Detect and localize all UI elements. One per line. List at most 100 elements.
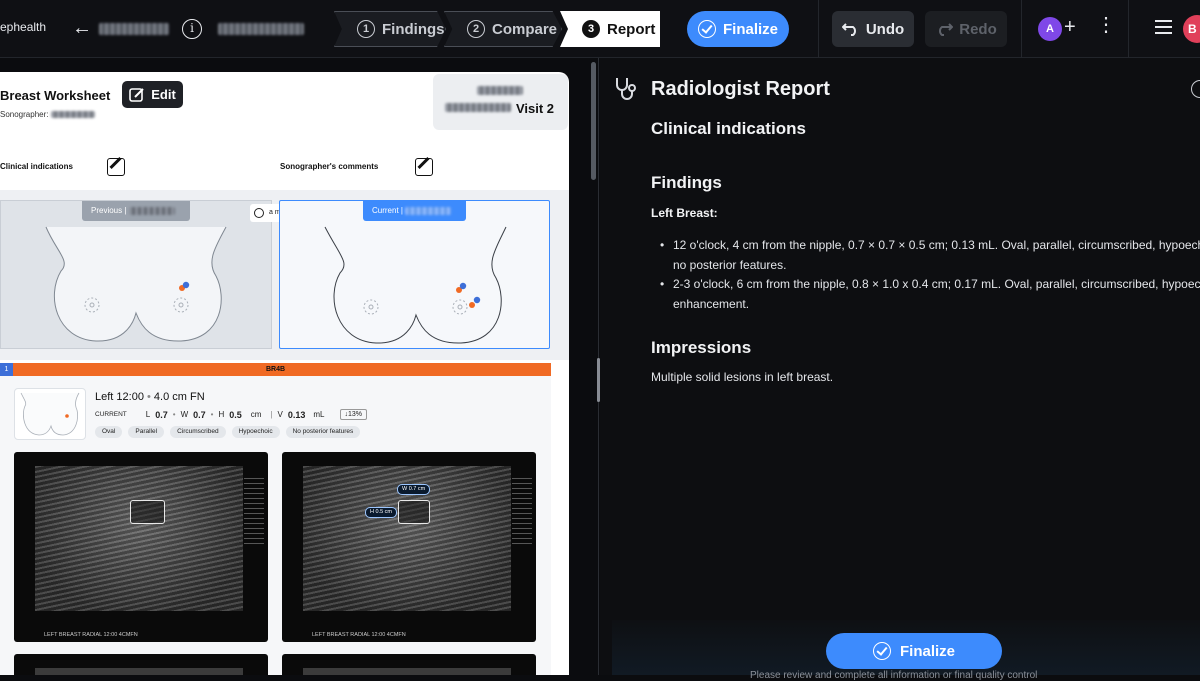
breast-worksheet-panel: Breast Worksheet Edit Sonographer: Visit… (0, 72, 569, 675)
feature-chip: Circumscribed (170, 426, 226, 438)
undo-label: Undo (865, 20, 905, 38)
meas-separator: • (172, 410, 176, 419)
step-label: Report (607, 20, 656, 38)
toolbar-divider (1128, 0, 1129, 58)
previous-breast-diagram[interactable] (0, 200, 272, 349)
add-user-icon[interactable]: + (1064, 16, 1076, 39)
feature-chip: Oval (95, 426, 123, 438)
hamburger-menu-icon[interactable] (1155, 20, 1172, 34)
breast-diagram-current (324, 226, 507, 344)
step-compare[interactable]: 2 Compare (444, 11, 562, 47)
volume-unit: mL (313, 410, 325, 419)
step-number: 2 (467, 20, 485, 38)
previous-tag: Previous | (82, 201, 190, 221)
redo-icon (939, 23, 954, 36)
clinical-indications-heading: Clinical indications (651, 119, 806, 138)
finding-item: 12 o'clock, 4 cm from the nipple, 0.7 × … (660, 236, 1200, 275)
info-icon[interactable]: i (182, 19, 202, 39)
height-label: H (218, 410, 225, 419)
edit-button[interactable]: Edit (122, 81, 183, 108)
avatar[interactable]: A (1038, 17, 1062, 41)
step-number: 1 (357, 20, 375, 38)
app-brand: ephealth (0, 20, 47, 34)
ultrasound-image-1[interactable]: LEFT BREAST RADIAL 12:00 4CMFN (14, 452, 268, 642)
ultrasound-image-2[interactable]: W 0.7 cm H 0.5 cm LEFT BREAST RADIAL 12:… (282, 452, 536, 642)
left-breast-label: Left Breast: (651, 206, 718, 220)
undo-button[interactable]: Undo (832, 11, 914, 47)
finalize-button-bottom[interactable]: Finalize (826, 633, 1002, 669)
current-date-redacted (405, 206, 452, 215)
user-avatar[interactable]: B (1183, 15, 1200, 43)
footer-note: Please review and complete all informati… (750, 670, 1038, 681)
feature-chip: Hypoechoic (231, 426, 280, 438)
lesion-outline (398, 500, 430, 524)
feature-chip: No posterior features (285, 426, 361, 438)
sonographer-label: Sonographer: (0, 110, 49, 119)
step-label: Compare (492, 20, 558, 38)
impressions-heading: Impressions (651, 338, 752, 357)
lesion-location: Left 12:00 • 4.0 cm FN (95, 391, 205, 403)
redo-button[interactable]: Redo (925, 11, 1007, 47)
step-number: 3 (582, 20, 600, 38)
ultrasound-image-3[interactable] (14, 654, 268, 675)
lesion-number: 1 (0, 363, 13, 376)
sonographer-comments-label: Sonographer's comments (280, 162, 379, 171)
toolbar-divider (1021, 0, 1022, 58)
impressions-text: Multiple solid lesions in left breast. (651, 370, 834, 384)
birads-bar: BR4B (0, 363, 551, 376)
step-report[interactable]: 3 Report (560, 11, 660, 47)
check-circle-icon (697, 20, 716, 38)
redo-label: Redo (959, 20, 997, 38)
report-title: Radiologist Report (651, 78, 830, 100)
finding-item: 2-3 o'clock, 6 cm from the nipple, 0.8 ×… (660, 275, 1200, 314)
edit-icon (129, 87, 144, 102)
edit-clinical-indications-icon[interactable] (107, 158, 125, 176)
image-caption: LEFT BREAST RADIAL 12:00 4CMFN (44, 632, 138, 638)
breast-diagram-previous (45, 226, 227, 342)
height-measure-tag: H 0.5 cm (365, 507, 398, 518)
thumbnail-breast-diagram (20, 392, 80, 436)
length-label: L (145, 410, 151, 419)
patient-name-redacted (99, 23, 169, 35)
dimension-unit: cm (250, 410, 262, 419)
lesion-distance: 4.0 cm FN (153, 391, 205, 403)
lesion-clock: Left 12:00 (95, 391, 144, 403)
step-label: Findings (382, 20, 445, 38)
visit-box: Visit 2 (433, 74, 568, 130)
width-measure-tag: W 0.7 cm (397, 484, 431, 495)
feature-chip: Parallel (128, 426, 165, 438)
clinical-indications-label: Clinical indications (0, 162, 73, 171)
ultrasound-tissue (35, 668, 243, 675)
timer-icon (254, 208, 264, 218)
back-arrow-icon[interactable]: ← (72, 17, 92, 40)
current-breast-diagram[interactable] (279, 200, 550, 349)
previous-date-redacted (128, 206, 175, 215)
volume-change-badge: ↓13% (339, 409, 368, 420)
edit-sonographer-comments-icon[interactable] (415, 158, 433, 176)
stethoscope-icon (616, 78, 636, 100)
current-meas-label: CURRENT (95, 411, 127, 418)
edit-label: Edit (151, 87, 176, 102)
left-scrollbar[interactable] (591, 62, 596, 180)
ultrasound-tissue (35, 466, 243, 611)
previous-label: Previous (91, 206, 123, 215)
ultrasound-scale (244, 478, 264, 548)
more-options-icon[interactable]: ⋮ (1096, 15, 1116, 35)
length-value: 0.7 (155, 409, 168, 420)
patient-id-redacted (218, 23, 304, 35)
height-value: 0.5 (229, 409, 242, 420)
width-label: W (180, 410, 189, 419)
visit-label: Visit 2 (515, 101, 554, 116)
width-value: 0.7 (193, 409, 206, 420)
step-findings[interactable]: 1 Findings (334, 11, 446, 47)
report-panel (600, 58, 1200, 675)
worksheet-title: Breast Worksheet (0, 88, 111, 103)
volume-value: 0.13 (287, 409, 306, 420)
feature-chips: Oval Parallel Circumscribed Hypoechoic N… (95, 426, 361, 438)
sonographer-name-redacted (50, 111, 95, 119)
finalize-button-top[interactable]: Finalize (687, 11, 789, 47)
meas-separator: | (270, 410, 273, 419)
ultrasound-image-4[interactable] (282, 654, 536, 675)
top-bar: ephealth ← i 1 Findings 2 Compare 3 Repo… (0, 0, 1200, 58)
toolbar-divider (818, 0, 819, 58)
